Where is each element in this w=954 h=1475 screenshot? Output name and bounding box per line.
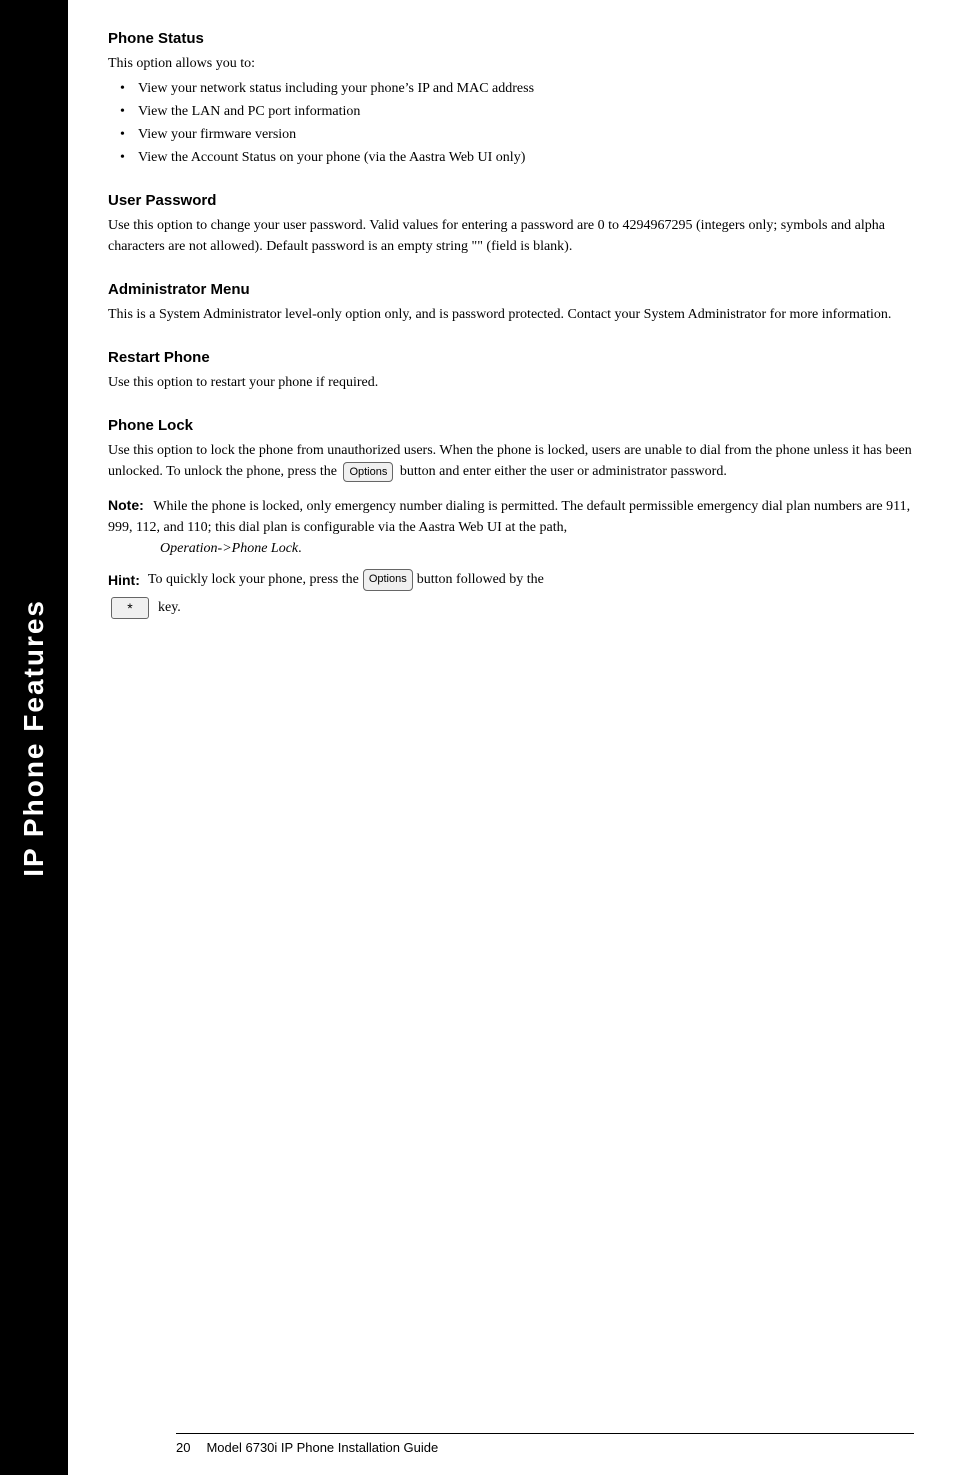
administrator-menu-section: Administrator Menu This is a System Admi…: [108, 281, 914, 325]
phone-lock-body: Use this option to lock the phone from u…: [108, 440, 914, 482]
sidebar-label: IP Phone Features: [17, 599, 51, 877]
restart-phone-section: Restart Phone Use this option to restart…: [108, 349, 914, 393]
list-item: View your network status including your …: [120, 78, 914, 99]
phone-status-title: Phone Status: [108, 30, 914, 47]
footer-page-number: 20: [176, 1440, 190, 1455]
hint-block: Hint: To quickly lock your phone, press …: [108, 569, 914, 591]
options-button-1: Options: [343, 462, 393, 483]
phone-lock-para1: Use this option to lock the phone from u…: [108, 440, 914, 461]
sidebar: IP Phone Features: [0, 0, 68, 1475]
phone-lock-section: Phone Lock Use this option to lock the p…: [108, 417, 914, 619]
user-password-title: User Password: [108, 192, 914, 209]
administrator-menu-body: This is a System Administrator level-onl…: [108, 304, 914, 325]
note-label: Note:: [108, 497, 144, 513]
main-content: Phone Status This option allows you to: …: [68, 0, 954, 1475]
restart-phone-body: Use this option to restart your phone if…: [108, 372, 914, 393]
phone-status-list: View your network status including your …: [120, 78, 914, 168]
phone-status-intro: This option allows you to: View your net…: [108, 53, 914, 168]
phone-lock-para2: unlocked. To unlock the phone, press the…: [108, 461, 914, 482]
phone-status-section: Phone Status This option allows you to: …: [108, 30, 914, 168]
user-password-section: User Password Use this option to change …: [108, 192, 914, 257]
restart-phone-title: Restart Phone: [108, 349, 914, 366]
list-item: View your firmware version: [120, 124, 914, 145]
note-text: While the phone is locked, only emergenc…: [108, 499, 910, 556]
note-italic: Operation->Phone Lock: [160, 541, 298, 556]
list-item: View the Account Status on your phone (v…: [120, 147, 914, 168]
footer: 20 Model 6730i IP Phone Installation Gui…: [176, 1433, 914, 1455]
note-block: Note: While the phone is locked, only em…: [108, 496, 914, 559]
options-button-2: Options: [363, 569, 413, 591]
list-item: View the LAN and PC port information: [120, 101, 914, 122]
star-key: *: [111, 597, 149, 619]
hint-key-row: * key.: [108, 597, 914, 619]
hint-label: Hint:: [108, 569, 140, 591]
footer-text: Model 6730i IP Phone Installation Guide: [206, 1440, 438, 1455]
phone-lock-title: Phone Lock: [108, 417, 914, 434]
administrator-menu-title: Administrator Menu: [108, 281, 914, 298]
user-password-body: Use this option to change your user pass…: [108, 215, 914, 257]
